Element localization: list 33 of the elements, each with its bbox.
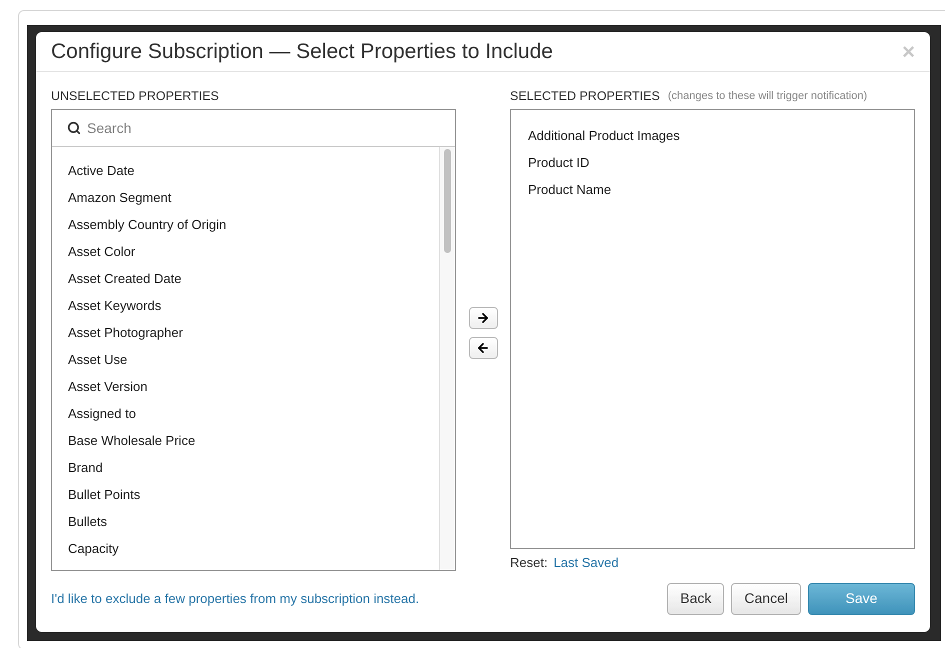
dialog-title: Configure Subscription — Select Properties to Include [51, 38, 553, 65]
search-field[interactable]: Search [87, 113, 440, 143]
property-item[interactable]: Brand [68, 454, 439, 481]
dialog-button[interactable]: Back [667, 582, 724, 614]
exclude-link[interactable]: I'd like to exclude a few properties from my subscription instead. [51, 588, 420, 608]
property-item[interactable]: Active Date [68, 157, 439, 184]
heading-note: (changes to these will trigger notification) [668, 89, 868, 104]
section-heading: SELECTED PROPERTIES [510, 88, 660, 105]
add-button[interactable] [468, 306, 498, 329]
property-item[interactable]: Asset Version [68, 373, 439, 400]
property-item[interactable]: Product ID [528, 149, 914, 176]
property-item[interactable]: Amazon Segment [68, 184, 439, 211]
arrow-right-icon [476, 310, 490, 325]
property-item[interactable]: Asset Photographer [68, 319, 439, 346]
property-item[interactable]: Capacity [68, 535, 439, 562]
property-item[interactable]: Base Wholesale Price [68, 427, 439, 454]
property-item[interactable]: Asset Use [68, 346, 439, 373]
last-saved-link[interactable]: Last Saved [554, 553, 619, 572]
property-item[interactable]: Asset Color [68, 238, 439, 265]
property-item[interactable]: Asset Keywords [68, 292, 439, 319]
remove-button[interactable] [468, 336, 498, 359]
property-item[interactable]: Bullet Points [68, 481, 439, 508]
property-item[interactable]: Assigned to [68, 400, 439, 427]
property-item[interactable]: Asset Created Date [68, 265, 439, 292]
section-heading: UNSELECTED PROPERTIES [51, 88, 220, 105]
property-item[interactable]: Additional Product Images [528, 122, 914, 149]
reset-label: Reset: [510, 554, 548, 572]
dialog-button[interactable]: Cancel [731, 582, 801, 614]
property-item[interactable]: Assembly Country of Origin [68, 211, 439, 238]
property-item[interactable]: Product Name [528, 176, 914, 203]
scrollbar-thumb[interactable] [444, 149, 451, 253]
search-icon [67, 121, 81, 135]
property-item[interactable]: Bullets [68, 508, 439, 535]
